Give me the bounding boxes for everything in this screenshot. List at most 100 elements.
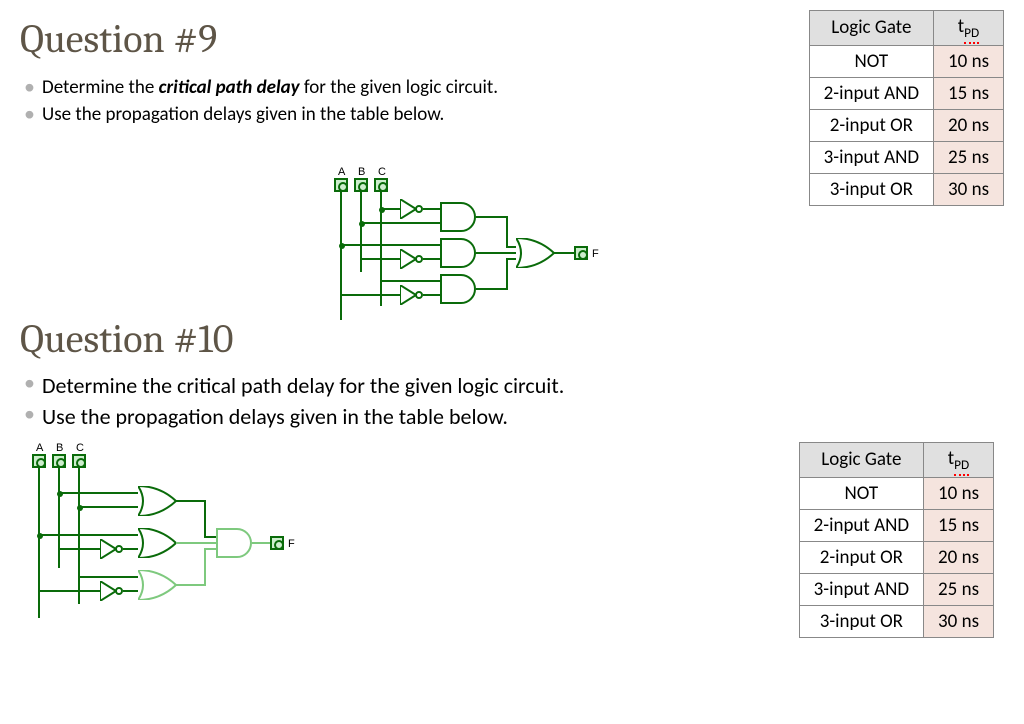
cell-tpd: 15 ns [924,509,994,541]
header-tpd: tPD [924,442,994,477]
cell-gate: 3-input OR [809,173,933,205]
and-gate [440,202,476,232]
wire [476,288,506,290]
wire [58,548,100,550]
wire [506,258,516,260]
wire-node [37,533,43,539]
wire [340,294,400,296]
wire [78,506,138,508]
wire [123,548,138,550]
not-gate [400,249,424,269]
not-gate [400,199,424,219]
q10-circuit: A B C [20,442,310,642]
q9-b1-pre: Determine the [42,76,159,99]
input-pad-c [374,178,388,192]
and-gate [440,238,476,268]
q10-lower-row: A B C [20,442,1004,642]
cell-gate: 3-input AND [799,573,923,605]
table-row: 3-input OR30 ns [809,173,1003,205]
wire [176,584,204,586]
table-row: 3-input AND25 ns [809,141,1003,173]
q9-bullets: Determine the critical path delay for th… [20,72,789,130]
wire [123,590,138,592]
wire [176,542,216,544]
wire [360,192,362,272]
wire [554,252,574,254]
pad-label-f: F [288,538,295,550]
output-pad-f [574,246,588,260]
input-pad-b [354,178,368,192]
wire [476,216,506,218]
wire [78,576,138,578]
q9-text-column: Question #9 Determine the critical path … [20,10,789,142]
wire [340,244,440,246]
table-row: 2-input AND15 ns [799,509,993,541]
input-pad-c [72,454,86,468]
wire [78,468,80,604]
or-gate [138,486,178,516]
table-header-row: Logic Gate tPD [809,11,1003,46]
output-pad-f [270,536,284,550]
q9-bullet-2: Use the propagation delays given in the … [20,103,789,126]
pad-label-a: A [338,166,345,178]
cell-gate: NOT [809,45,933,77]
wire [204,536,216,538]
wire [176,500,204,502]
pad-label-a: A [36,442,43,454]
cell-gate: 2-input AND [799,509,923,541]
wire [38,534,138,536]
q9-delay-table: Logic Gate tPD NOT10 ns 2-input AND15 ns… [809,10,1004,206]
wire [58,492,138,494]
input-pad-b [52,454,66,468]
wire [423,208,440,210]
wire [204,548,206,586]
wire [360,258,400,260]
pad-label-c: C [76,442,84,454]
table-row: 3-input OR30 ns [799,605,993,637]
wire [58,468,60,568]
and-gate [216,528,252,558]
not-gate [100,581,124,601]
wire [476,252,516,254]
cell-tpd: 30 ns [934,173,1004,205]
or-gate [138,528,178,558]
q9-b1-em: critical path delay [159,76,300,99]
or-gate [516,238,556,268]
wire [204,500,206,536]
cell-gate: NOT [799,477,923,509]
wire [38,590,100,592]
table-row: 2-input OR20 ns [799,541,993,573]
wire [252,542,270,544]
cell-gate: 2-input OR [799,541,923,573]
cell-tpd: 10 ns [934,45,1004,77]
wire [380,280,440,282]
input-pad-a [32,454,46,468]
cell-tpd: 15 ns [934,77,1004,109]
header-tpd: tPD [934,11,1004,46]
cell-gate: 3-input OR [799,605,923,637]
cell-tpd: 10 ns [924,477,994,509]
pad-label-b: B [56,442,63,454]
q10-bullet-1: Determine the critical path delay for th… [20,372,1004,399]
q10-bullets: Determine the critical path delay for th… [20,372,1004,430]
q9-b1-post: for the given logic circuit. [300,76,498,99]
tpd-sub: PD [954,456,969,476]
wire [38,468,40,618]
tpd-sub: PD [964,24,979,44]
wire [506,216,508,246]
cell-gate: 2-input OR [809,109,933,141]
cell-gate: 3-input AND [809,141,933,173]
table-row: 3-input AND25 ns [799,573,993,605]
pad-label-c: C [378,166,386,178]
header-gate: Logic Gate [809,11,933,46]
not-gate [400,285,424,305]
wire [506,246,516,248]
cell-tpd: 20 ns [934,109,1004,141]
wire-node [339,243,345,249]
header-gate: Logic Gate [799,442,923,477]
not-gate [100,539,124,559]
wire-node [379,207,385,213]
cell-tpd: 20 ns [924,541,994,573]
wire [340,192,342,320]
or-gate [138,570,178,600]
